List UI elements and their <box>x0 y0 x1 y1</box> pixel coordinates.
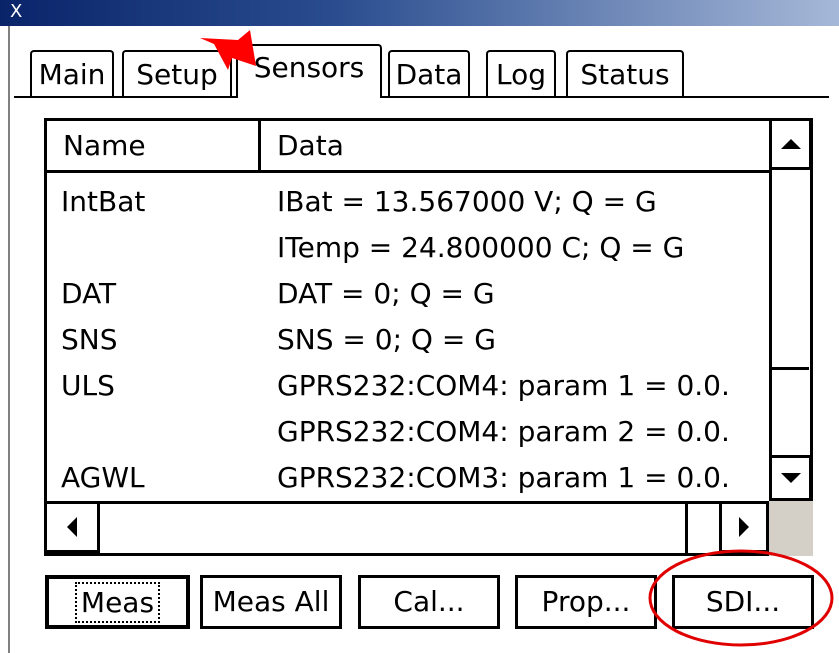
tab-data-label: Data <box>395 58 463 91</box>
sdi-button[interactable]: SDI... <box>672 575 814 629</box>
horizontal-scrollbar[interactable] <box>44 501 769 553</box>
row-data: ITemp = 24.800000 C; Q = G <box>277 231 685 264</box>
tab-setup[interactable]: Setup <box>122 50 232 98</box>
row-name: IntBat <box>61 185 146 218</box>
column-header-data-label: Data <box>277 129 344 162</box>
tab-log-label: Log <box>495 58 546 91</box>
tab-setup-label: Setup <box>136 58 218 91</box>
tab-panel-border <box>14 96 829 98</box>
tab-log[interactable]: Log <box>486 50 556 98</box>
row-data: DAT = 0; Q = G <box>277 277 495 310</box>
scroll-down-button[interactable] <box>769 455 812 501</box>
prop-button[interactable]: Prop... <box>515 575 657 629</box>
arrow-right-icon <box>739 517 749 537</box>
prop-button-label: Prop... <box>541 585 631 618</box>
scroll-left-button[interactable] <box>44 501 100 553</box>
meas-button-label: Meas <box>74 582 161 623</box>
row-name: SNS <box>61 323 118 356</box>
row-data: SNS = 0; Q = G <box>277 323 496 356</box>
tab-main[interactable]: Main <box>30 50 114 98</box>
tab-status-label: Status <box>580 58 670 91</box>
row-data: GPRS232:COM4: param 2 = 0.0. <box>277 415 730 448</box>
row-name: AGWL <box>61 461 145 494</box>
tab-status[interactable]: Status <box>566 50 684 98</box>
row-name: DAT <box>61 277 117 310</box>
row-data: GPRS232:COM3: param 1 = 0.0. <box>277 461 730 494</box>
scroll-up-button[interactable] <box>769 118 812 170</box>
row-name: ULS <box>61 369 115 402</box>
vertical-scrollbar[interactable] <box>769 118 812 501</box>
hscroll-thumb[interactable] <box>100 504 688 553</box>
title-bar: X <box>0 0 839 26</box>
row-data: IBat = 13.567000 V; Q = G <box>277 185 657 218</box>
row-data: GPRS232:COM4: param 1 = 0.0. <box>277 369 730 402</box>
tab-data[interactable]: Data <box>388 50 470 98</box>
sensor-list[interactable]: Name Data IntBat IBat = 13.567000 V; Q =… <box>44 118 813 556</box>
window-title-glyph: X <box>10 1 23 22</box>
sdi-button-label: SDI... <box>705 585 781 618</box>
meas-all-button-label: Meas All <box>212 585 330 618</box>
active-tab-gap <box>238 96 380 99</box>
tab-sensors-label: Sensors <box>253 51 365 84</box>
tab-main-label: Main <box>38 58 106 91</box>
cal-button[interactable]: Cal... <box>358 575 500 629</box>
arrow-left-icon <box>67 517 77 537</box>
arrow-up-icon <box>780 139 801 149</box>
column-header-name-label: Name <box>63 129 146 162</box>
column-header-name[interactable]: Name <box>47 121 261 173</box>
tab-sensors[interactable]: Sensors <box>236 44 382 98</box>
scroll-thumb[interactable] <box>772 170 809 370</box>
scroll-right-button[interactable] <box>719 501 769 553</box>
meas-button[interactable]: Meas <box>45 575 190 629</box>
cal-button-label: Cal... <box>393 585 465 618</box>
scrollbar-corner <box>769 501 813 556</box>
column-header-data[interactable]: Data <box>261 121 769 173</box>
meas-all-button[interactable]: Meas All <box>200 575 342 629</box>
arrow-down-icon <box>780 473 801 483</box>
